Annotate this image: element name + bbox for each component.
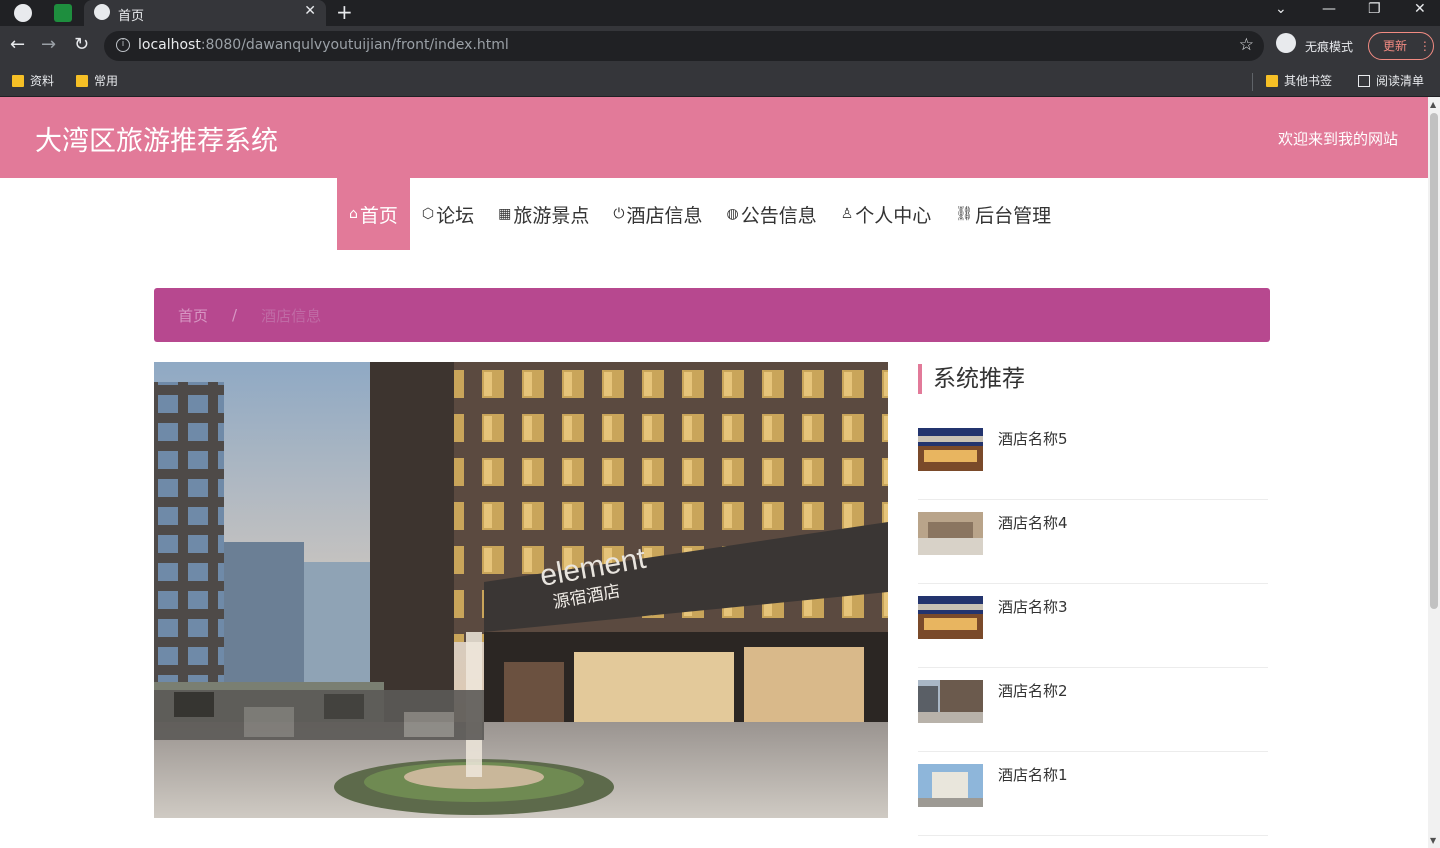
hotel-name[interactable]: 酒店名称5	[998, 428, 1068, 449]
hotel-thumbnail[interactable]	[918, 512, 983, 555]
back-button[interactable]: ←	[10, 34, 25, 56]
chevron-down-icon[interactable]: ⌄	[1275, 1, 1287, 17]
minimize-button[interactable]: —	[1322, 1, 1336, 17]
nav-item-forum[interactable]: ⬡ 论坛	[410, 178, 486, 250]
hotel-thumbnail[interactable]	[918, 428, 983, 471]
new-tab-button[interactable]: +	[336, 0, 353, 24]
hotel-thumbnail-image	[918, 428, 983, 471]
hotel-thumbnail-image	[918, 680, 983, 723]
forward-button[interactable]: →	[41, 34, 56, 56]
bookmark-folder-ziliao[interactable]: 资料	[12, 72, 54, 89]
bookmark-folder-changyong[interactable]: 常用	[76, 72, 118, 89]
other-bookmarks[interactable]: 其他书签	[1266, 72, 1332, 89]
browser-toolbar: ← → ↻ i localhost:8080/dawanqulvyoutuiji…	[0, 26, 1440, 66]
sidebar-title: 系统推荐	[918, 364, 1268, 394]
hotel-thumbnail-image	[918, 764, 983, 807]
folder-icon	[76, 74, 88, 87]
breadcrumb-separator: /	[232, 306, 238, 324]
site-header: 大湾区旅游推荐系统 欢迎来到我的网站	[0, 97, 1428, 178]
window-close-button[interactable]: ✕	[1414, 1, 1426, 17]
reload-button[interactable]: ↻	[74, 34, 89, 56]
nav-item-hotels[interactable]: ⏻ 酒店信息	[601, 178, 714, 250]
hotel-thumbnail-image	[918, 512, 983, 555]
hotel-hero-image: element 源宿酒店	[154, 362, 888, 818]
list-item[interactable]: 酒店名称3	[918, 584, 1268, 668]
tab-home[interactable]: 首页 ✕	[84, 0, 326, 26]
nav-item-profile[interactable]: ♙ 个人中心	[829, 178, 944, 250]
scroll-down-icon[interactable]: ▼	[1430, 836, 1436, 845]
reading-list[interactable]: 阅读清单	[1358, 72, 1424, 89]
close-icon[interactable]: ✕	[304, 3, 316, 19]
tab-title: 首页	[118, 9, 145, 24]
scrollbar-thumb[interactable]	[1430, 113, 1438, 609]
list-item[interactable]: 酒店名称1	[918, 752, 1268, 836]
list-item[interactable]: 酒店名称2	[918, 668, 1268, 752]
globe-icon: ◍	[726, 206, 739, 222]
power-icon: ⏻	[613, 206, 625, 222]
list-item[interactable]: 酒店名称4	[918, 500, 1268, 584]
hotel-name[interactable]: 酒店名称1	[998, 764, 1068, 785]
update-button[interactable]: 更新 ⋮	[1368, 32, 1434, 60]
site-title: 大湾区旅游推荐系统	[35, 126, 278, 157]
address-bar[interactable]: i localhost:8080/dawanqulvyoutuijian/fro…	[104, 31, 1264, 61]
list-item[interactable]: 酒店名称5	[918, 416, 1268, 500]
link-icon: ⛓	[955, 206, 974, 222]
page-content: 大湾区旅游推荐系统 欢迎来到我的网站 ⌂ 首页 ⬡ 论坛 ▦ 旅游景点 ⏻ 酒店信息 ◍…	[0, 97, 1428, 848]
recommend-sidebar: 系统推荐 酒店名称5 酒店名称4 酒店名称3 酒店名称2 酒店名称1	[918, 362, 1268, 836]
main-nav: ⌂ 首页 ⬡ 论坛 ▦ 旅游景点 ⏻ 酒店信息 ◍ 公告信息 ♙ 个人中心 ⛓ 后台管理	[337, 178, 1063, 250]
scroll-up-icon[interactable]: ▲	[1430, 100, 1436, 109]
bookmark-star-icon[interactable]: ☆	[1239, 35, 1254, 55]
nav-item-admin[interactable]: ⛓ 后台管理	[943, 178, 1063, 250]
hotel-thumbnail[interactable]	[918, 764, 983, 807]
breadcrumb-current: 酒店信息	[261, 306, 322, 325]
welcome-text: 欢迎来到我的网站	[1277, 130, 1398, 148]
reading-list-icon	[1358, 74, 1370, 87]
folder-icon	[12, 74, 24, 87]
hotel-name[interactable]: 酒店名称4	[998, 512, 1068, 533]
hotel-name[interactable]: 酒店名称3	[998, 596, 1068, 617]
nav-item-attractions[interactable]: ▦ 旅游景点	[486, 178, 601, 250]
globe-icon	[94, 4, 110, 20]
page-scrollbar[interactable]: ▲ ▼	[1428, 97, 1440, 848]
breadcrumb-home[interactable]: 首页	[178, 305, 208, 326]
home-icon: ⌂	[349, 206, 358, 222]
folder-icon	[1266, 74, 1278, 87]
cube-icon: ⬡	[421, 206, 435, 222]
bookmarks-bar: 资料 常用 其他书签 阅读清单	[0, 66, 1440, 97]
incognito-icon[interactable]	[1276, 33, 1296, 53]
browser-profile-icon[interactable]	[14, 4, 32, 22]
nav-item-announcements[interactable]: ◍ 公告信息	[715, 178, 829, 250]
restore-button[interactable]: ❐	[1368, 1, 1381, 17]
nav-item-home[interactable]: ⌂ 首页	[337, 178, 410, 250]
user-icon: ♙	[840, 206, 854, 222]
breadcrumb: 首页 / 酒店信息	[154, 288, 1270, 342]
hotel-thumbnail[interactable]	[918, 596, 983, 639]
info-icon[interactable]: i	[116, 38, 130, 52]
recommend-list: 酒店名称5 酒店名称4 酒店名称3 酒店名称2 酒店名称1	[918, 416, 1268, 836]
hotel-thumbnail-image	[918, 596, 983, 639]
gift-icon: ▦	[498, 206, 512, 222]
hotel-thumbnail[interactable]	[918, 680, 983, 723]
browser-tabstrip: 首页 ✕ + ⌄ — ❐ ✕	[0, 0, 1440, 26]
sheets-icon[interactable]	[54, 4, 72, 22]
incognito-label: 无痕模式	[1305, 40, 1354, 54]
hotel-name[interactable]: 酒店名称2	[998, 680, 1068, 701]
bookmarks-divider	[1252, 73, 1253, 91]
url-text[interactable]: localhost:8080/dawanqulvyoutuijian/front…	[138, 37, 509, 53]
hotel-photo: element 源宿酒店	[154, 362, 888, 818]
